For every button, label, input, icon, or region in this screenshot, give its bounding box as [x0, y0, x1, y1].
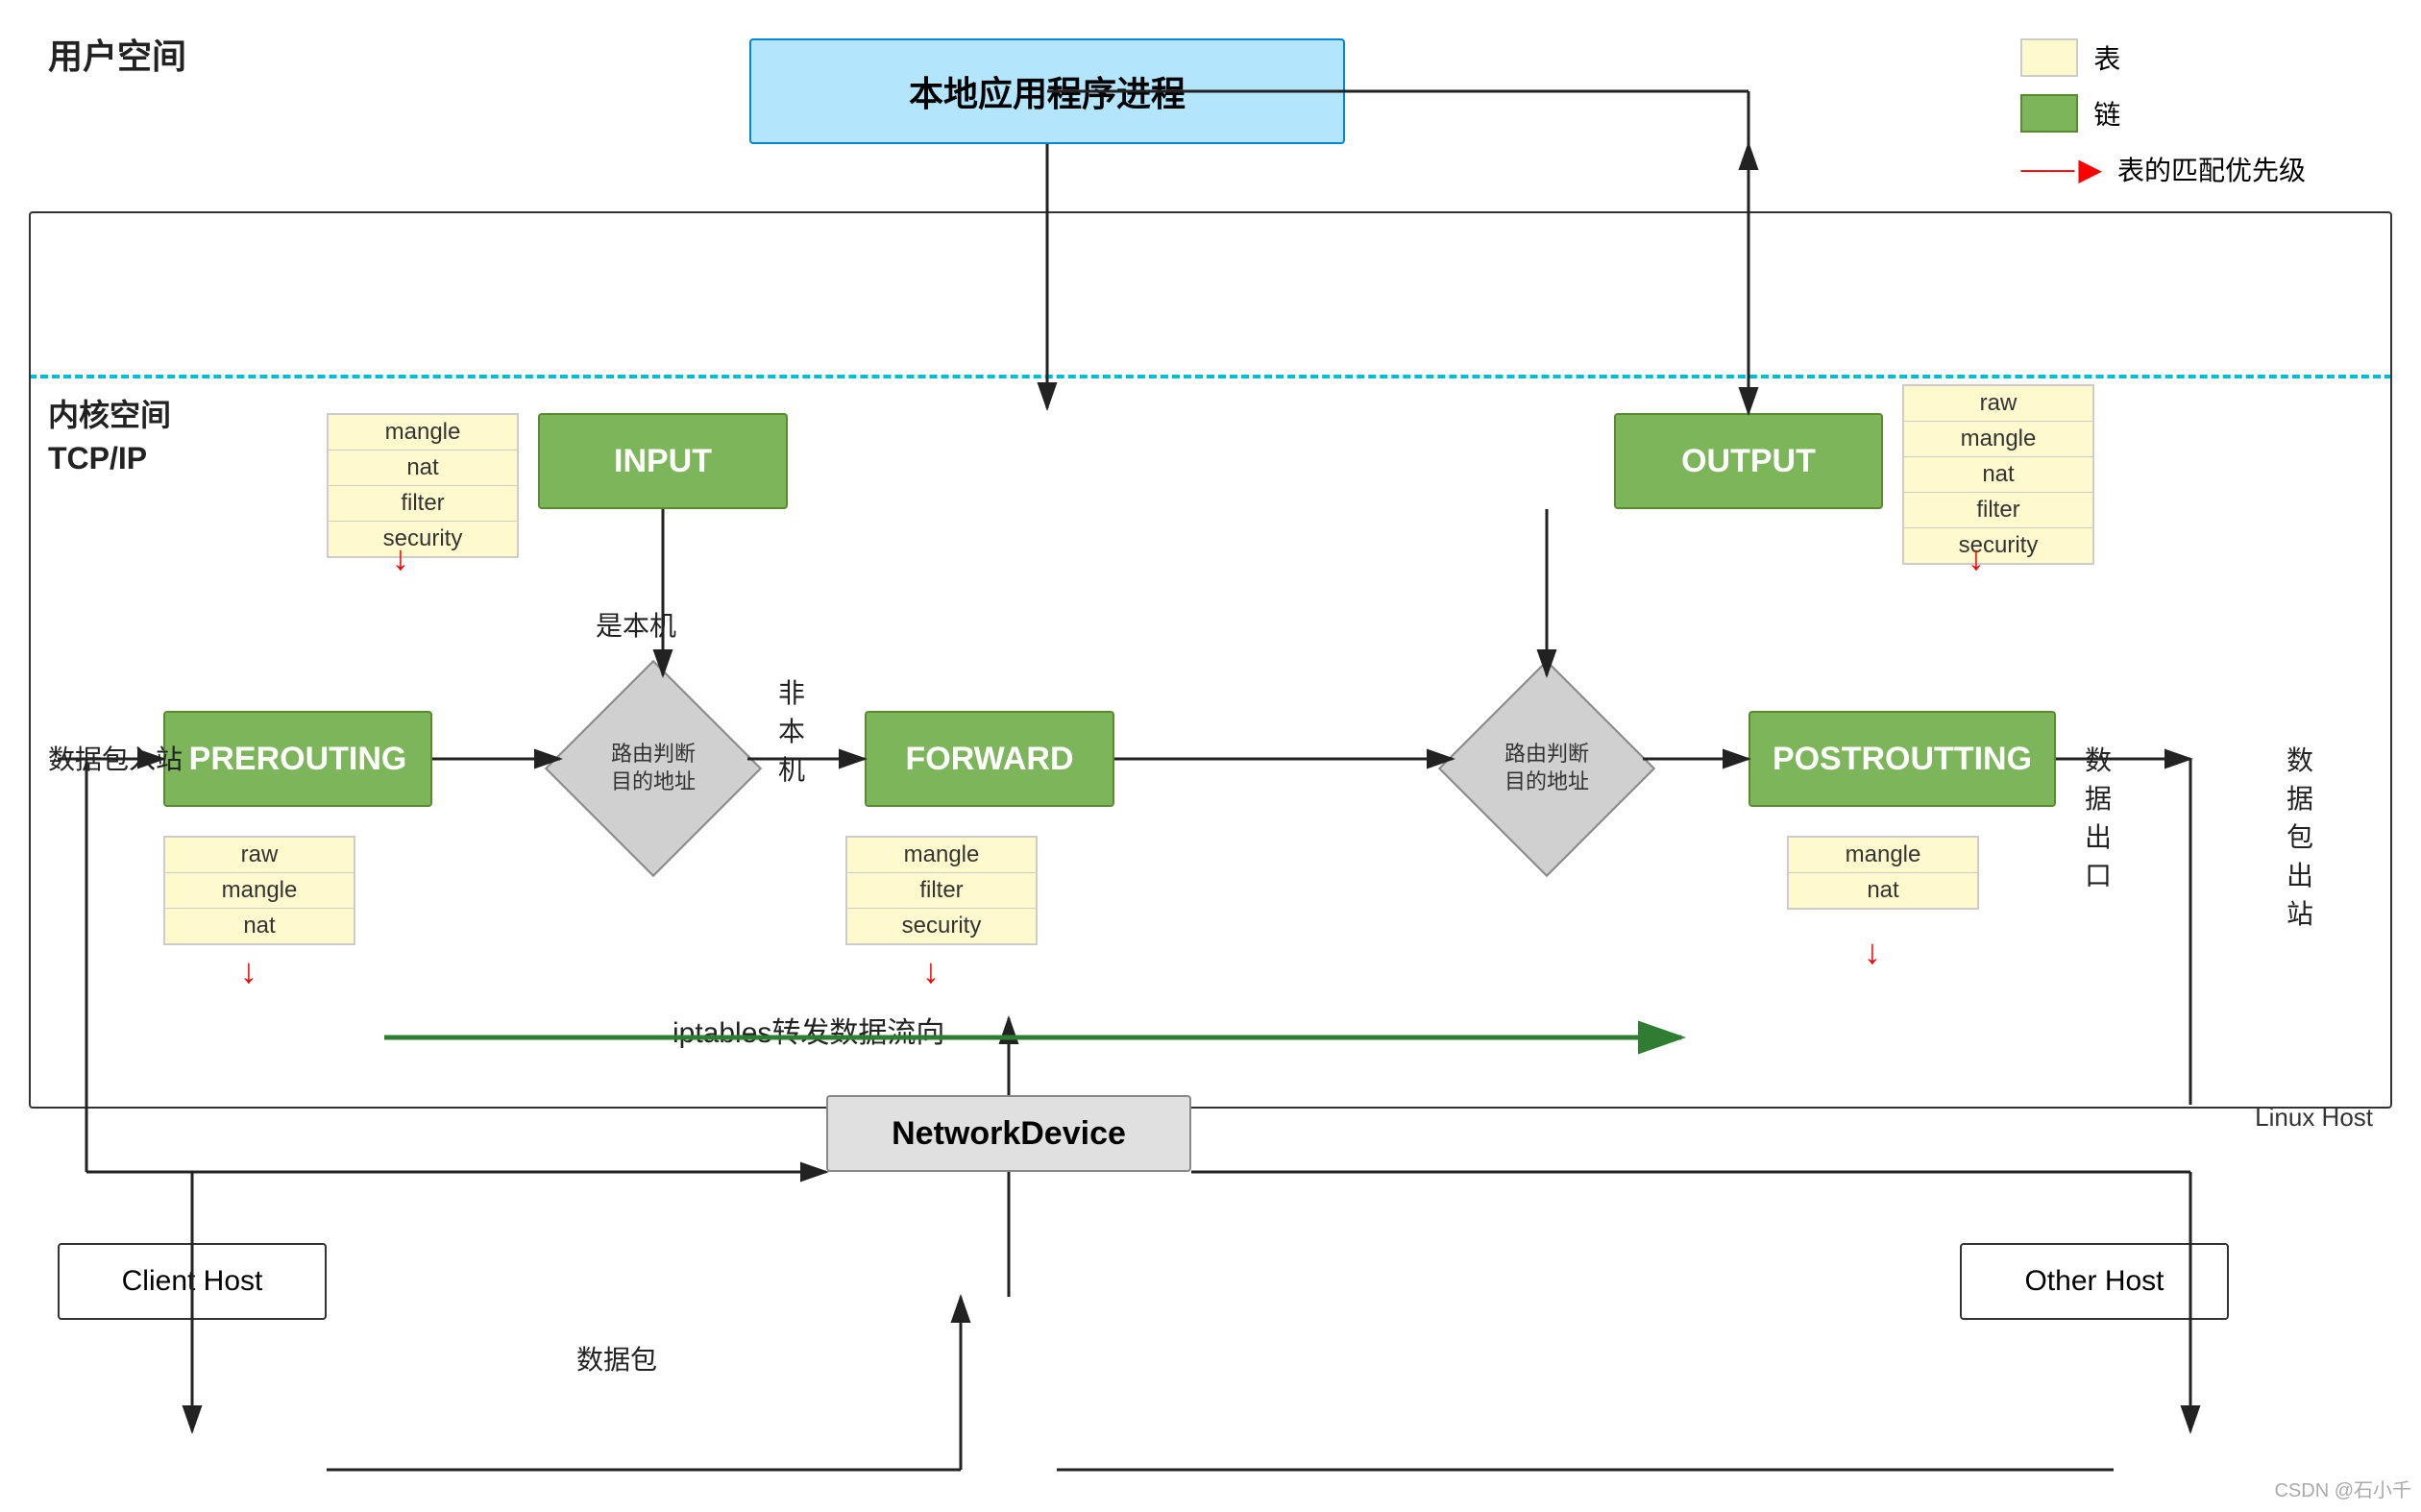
table-item: security [329, 522, 517, 556]
legend-priority: —— ▶ 表的匹配优先级 [2020, 150, 2306, 188]
table-item: raw [165, 838, 354, 873]
other-host-label: Other Host [2024, 1265, 2164, 1298]
is-local-label: 是本机 [596, 605, 676, 644]
output-tables: raw mangle nat filter security [1902, 384, 2094, 565]
routing-diamond-1: 路由判断 目的地址 [557, 672, 749, 865]
table-item: nat [165, 909, 354, 943]
table-item: security [847, 909, 1036, 943]
legend-chain: 链 [2020, 94, 2306, 133]
routing-diamond-2: 路由判断 目的地址 [1451, 672, 1643, 865]
local-process-label: 本地应用程序进程 [909, 66, 1186, 116]
legend: 表 链 —— ▶ 表的匹配优先级 [2020, 38, 2306, 188]
table-item: nat [1904, 457, 2092, 493]
table-item: mangle [847, 838, 1036, 873]
input-chain: INPUT [538, 413, 788, 509]
legend-priority-label: 表的匹配优先级 [2117, 150, 2306, 188]
network-device-label: NetworkDevice [892, 1115, 1126, 1153]
legend-chain-label: 链 [2093, 94, 2120, 133]
postroutting-tables: mangle nat [1787, 836, 1979, 910]
table-item: mangle [1789, 838, 1977, 873]
legend-table-box [2020, 38, 2078, 77]
postroutting-chain: POSTROUTTING [1748, 711, 2056, 807]
input-red-arrow: ↓ [392, 538, 409, 578]
table-item: security [1904, 528, 2092, 563]
table-item: filter [1904, 493, 2092, 528]
local-process-box: 本地应用程序进程 [749, 38, 1345, 144]
table-item: filter [329, 486, 517, 522]
legend-table-label: 表 [2093, 38, 2120, 77]
output-chain: OUTPUT [1614, 413, 1883, 509]
table-item: raw [1904, 386, 2092, 422]
table-item: nat [329, 451, 517, 486]
kernel-boundary [29, 211, 2392, 1109]
table-item: mangle [1904, 422, 2092, 457]
forward-red-arrow: ↓ [922, 951, 940, 991]
postroutting-red-arrow: ↓ [1864, 932, 1881, 972]
watermark: CSDN @石小千 [2274, 1475, 2411, 1502]
prerouting-chain: PREROUTING [163, 711, 432, 807]
output-red-arrow: ↓ [1968, 538, 1985, 578]
legend-chain-box [2020, 94, 2078, 133]
data-out-station-label: 数 据 包 出 站 [2286, 740, 2313, 932]
other-host-box: Other Host [1960, 1243, 2229, 1320]
userspace-label: 用户空间 [48, 29, 186, 79]
table-item: nat [1789, 873, 1977, 908]
legend-priority-arrow: —— ▶ [2020, 151, 2102, 187]
prerouting-red-arrow: ↓ [240, 951, 257, 991]
data-in-label: 数据包入站 [48, 740, 183, 780]
main-diagram: 表 链 —— ▶ 表的匹配优先级 用户空间 内核空间 TCP/IP 本地应用程序… [0, 0, 2421, 1512]
iptables-forward-label: iptables转发数据流向 [672, 1009, 944, 1051]
forward-chain: FORWARD [865, 711, 1114, 807]
forward-tables: mangle filter security [845, 836, 1038, 945]
not-local-label: 非 本 机 [778, 672, 805, 788]
linux-host-label: Linux Host [2255, 1103, 2373, 1133]
table-item: mangle [165, 873, 354, 909]
data-out-label: 数 据 出 口 [2085, 740, 2112, 893]
prerouting-tables: raw mangle nat [163, 836, 355, 945]
network-device-box: NetworkDevice [826, 1095, 1191, 1172]
data-packet-label: 数据包 [576, 1339, 657, 1378]
table-item: mangle [329, 415, 517, 451]
client-host-label: Client Host [122, 1265, 263, 1298]
client-host-box: Client Host [58, 1243, 327, 1320]
legend-table: 表 [2020, 38, 2306, 77]
input-tables: mangle nat filter security [327, 413, 519, 558]
table-item: filter [847, 873, 1036, 909]
